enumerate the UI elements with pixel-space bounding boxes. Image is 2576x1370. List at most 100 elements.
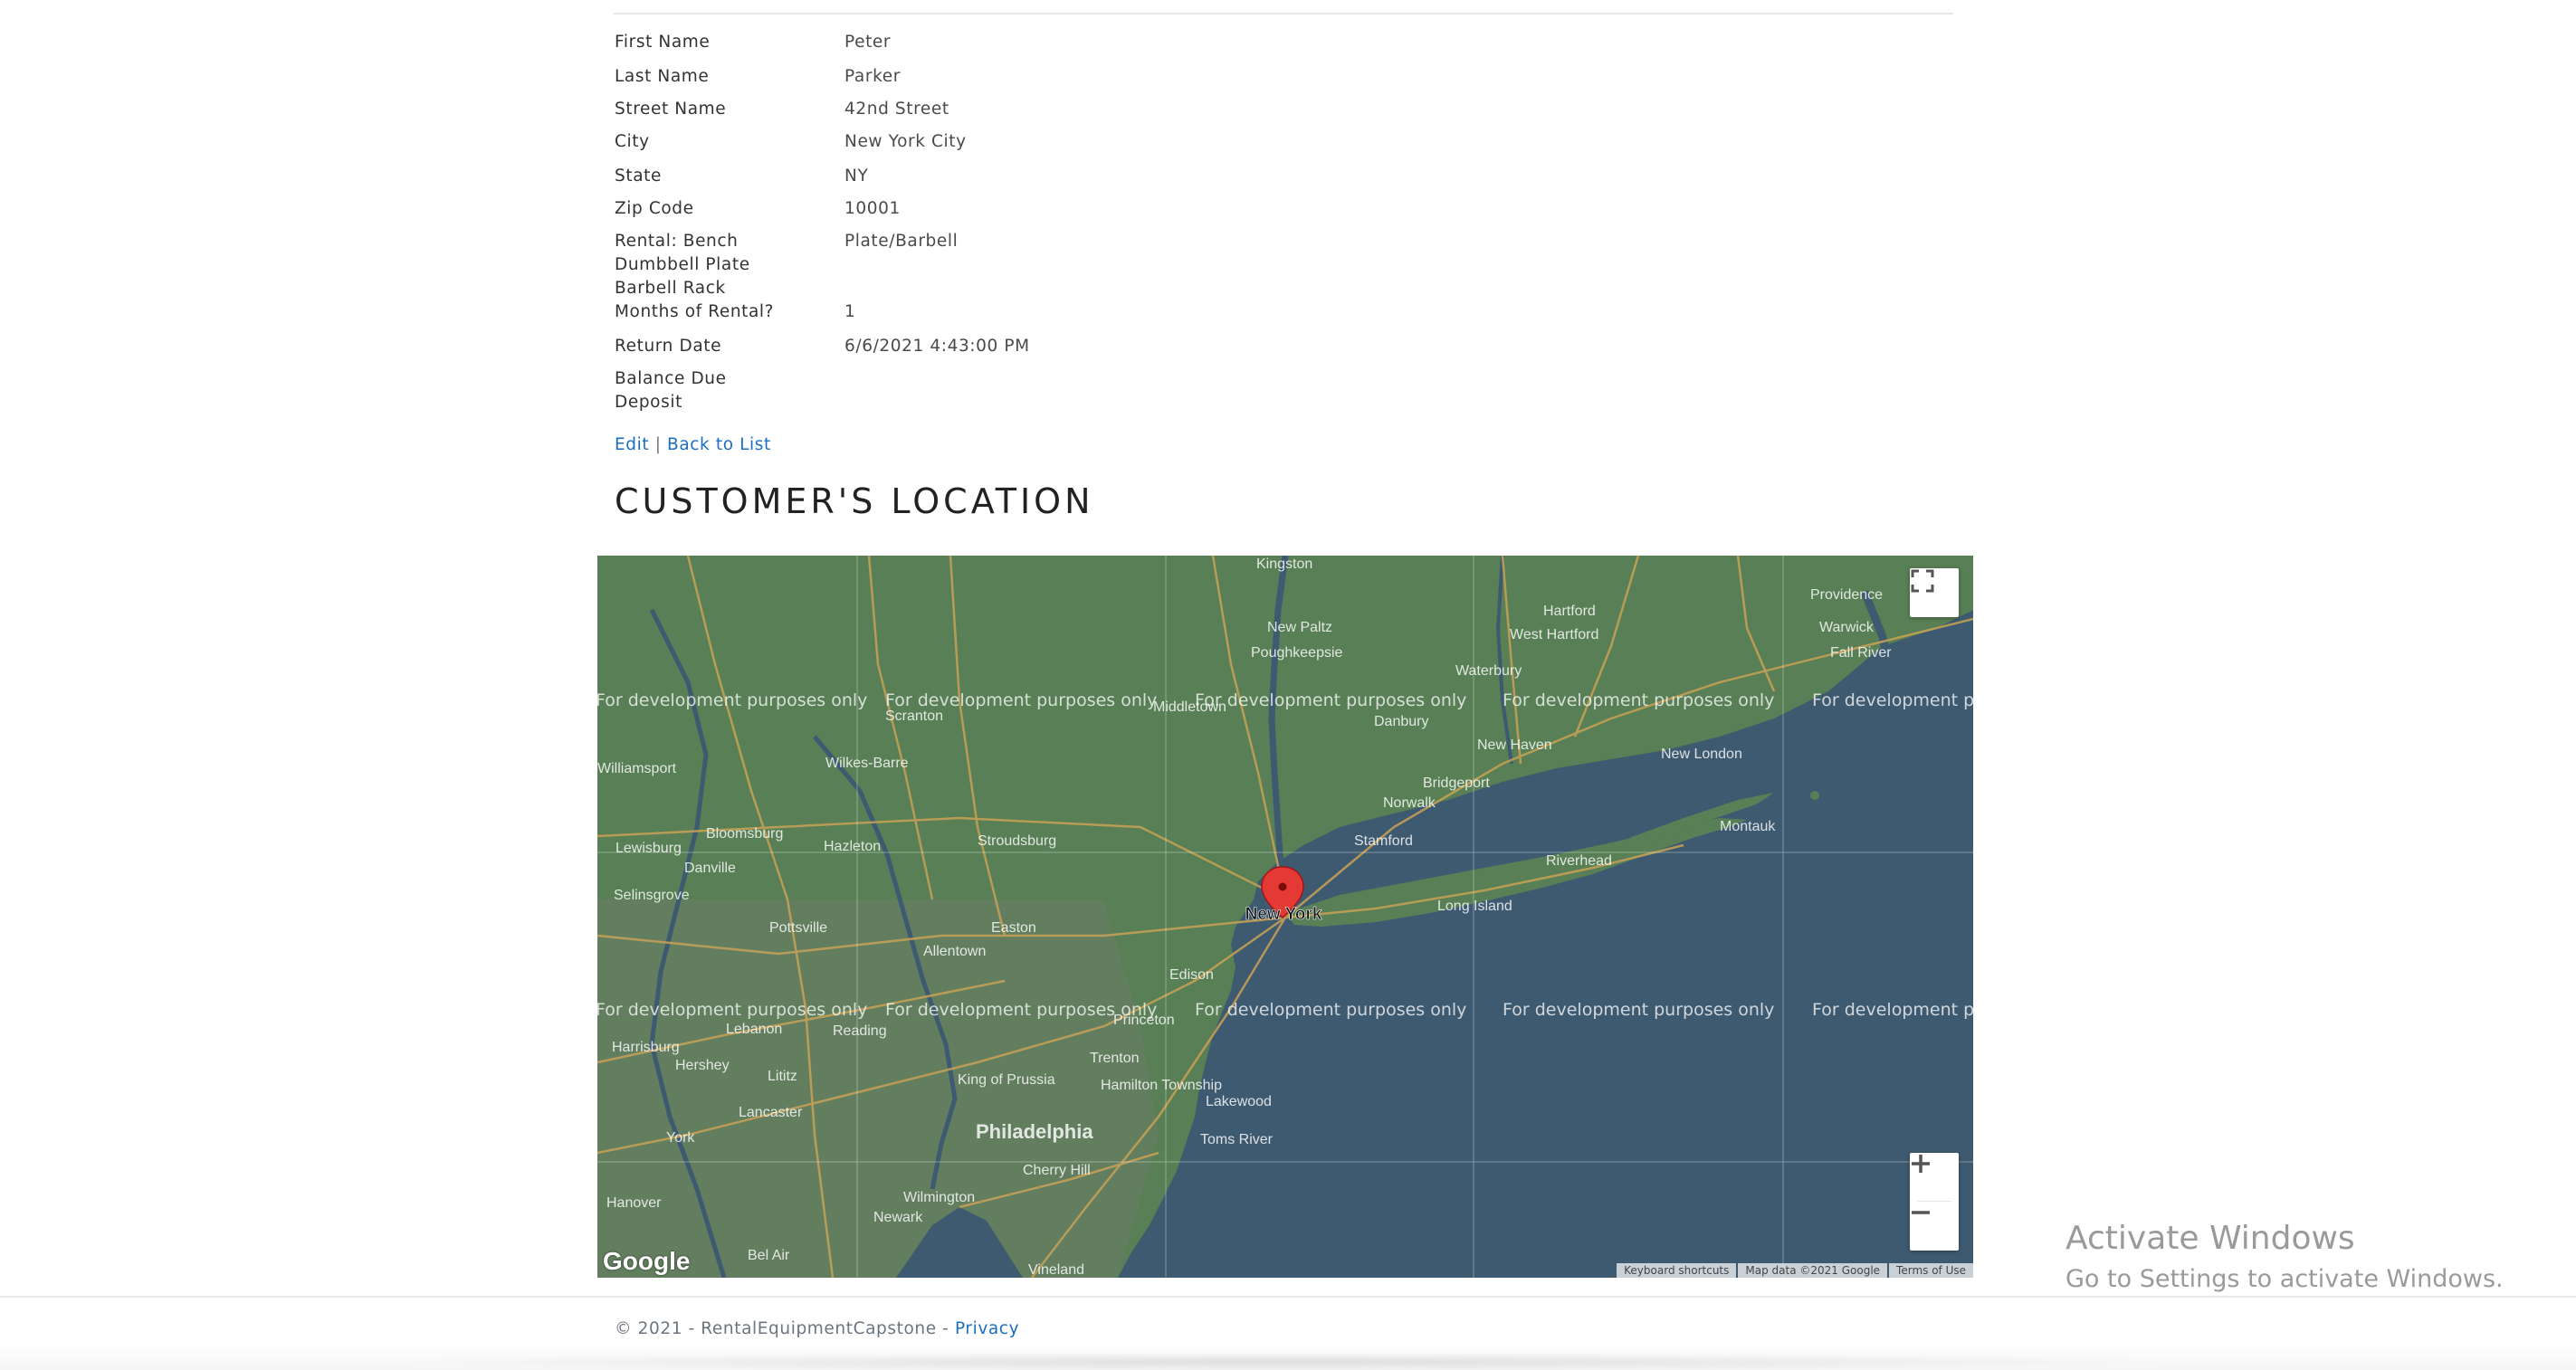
place-label: Edison xyxy=(1169,967,1214,983)
fullscreen-button[interactable] xyxy=(1910,568,1959,617)
footer-shadow xyxy=(380,1352,2190,1370)
place-label: West Hartford xyxy=(1510,627,1598,642)
page-footer: © 2021 - RentalEquipmentCapstone - Priva… xyxy=(0,1296,2576,1370)
back-to-list-link[interactable]: Back to List xyxy=(667,435,771,454)
place-label: Poughkeepsie xyxy=(1251,645,1343,661)
place-label: Selinsgrove xyxy=(614,888,690,903)
plus-icon xyxy=(1912,1155,1930,1173)
watermark-text: For development purposes only xyxy=(1195,690,1466,710)
place-label: Montauk xyxy=(1720,819,1776,834)
map-block-island xyxy=(1810,791,1819,800)
label-rental-bench: Rental: Bench xyxy=(615,232,739,251)
place-label: Pottsville xyxy=(769,920,827,936)
place-label: Lebanon xyxy=(726,1022,782,1037)
label-barbell-rack: Barbell Rack xyxy=(615,279,726,298)
place-label: Stroudsburg xyxy=(978,833,1056,849)
place-label: Norwalk xyxy=(1383,795,1436,811)
label-dumbbell-plate: Dumbbell Plate xyxy=(615,255,750,274)
detail-actions: Edit | Back to List xyxy=(615,433,771,457)
value-return-date: 6/6/2021 4:43:00 PM xyxy=(844,337,1030,356)
place-label: York xyxy=(666,1130,695,1146)
privacy-link[interactable]: Privacy xyxy=(955,1319,1019,1338)
place-label: Reading xyxy=(833,1023,887,1039)
activate-title: Activate Windows xyxy=(2066,1220,2355,1257)
zoom-out-button[interactable] xyxy=(1910,1202,1959,1251)
marker-label: New York xyxy=(1245,905,1322,924)
place-label: Hartford xyxy=(1543,604,1596,619)
terms-of-use-link[interactable]: Terms of Use xyxy=(1889,1263,1973,1278)
place-label: Bel Air xyxy=(748,1248,790,1263)
watermark-text: For development purposes only xyxy=(1812,1000,1973,1020)
watermark-text: For development purposes only xyxy=(885,1000,1157,1020)
place-label: Bridgeport xyxy=(1423,775,1490,791)
google-logo[interactable]: Google xyxy=(603,1247,690,1276)
label-deposit: Deposit xyxy=(615,393,682,412)
value-last-name: Parker xyxy=(844,67,901,86)
place-label: Hanover xyxy=(606,1195,662,1211)
place-label: Toms River xyxy=(1200,1132,1274,1147)
map-canvas[interactable]: Kingston Providence Warwick Fall River H… xyxy=(597,556,1973,1278)
place-label: King of Prussia xyxy=(958,1072,1055,1088)
place-label: Lititz xyxy=(768,1069,797,1084)
activate-windows-watermark: Activate Windows Go to Settings to activ… xyxy=(2066,1216,2504,1298)
fullscreen-icon xyxy=(1911,569,1934,593)
place-label: Vineland xyxy=(1028,1262,1084,1278)
keyboard-shortcuts-link[interactable]: Keyboard shortcuts xyxy=(1617,1263,1737,1278)
place-label: Waterbury xyxy=(1455,663,1522,679)
place-label: New London xyxy=(1661,747,1742,762)
place-label: Danville xyxy=(684,861,736,876)
value-zip-code: 10001 xyxy=(844,199,901,218)
copyright-text: © 2021 - RentalEquipmentCapstone - xyxy=(615,1319,949,1338)
value-street-name: 42nd Street xyxy=(844,100,949,119)
page-title: CUSTOMER'S LOCATION xyxy=(615,481,1094,521)
watermark-text: For development purposes only xyxy=(1812,690,1973,710)
customer-location-map[interactable]: Kingston Providence Warwick Fall River H… xyxy=(597,556,1973,1278)
place-label: Danbury xyxy=(1374,714,1428,729)
place-label: Allentown xyxy=(923,944,986,959)
place-label: Lakewood xyxy=(1206,1094,1272,1109)
place-label: New Haven xyxy=(1477,737,1552,753)
edit-link[interactable]: Edit xyxy=(615,435,649,454)
place-label: Harrisburg xyxy=(612,1040,680,1055)
activate-subtitle: Go to Settings to activate Windows. xyxy=(2066,1265,2504,1293)
watermark-text: For development purposes only xyxy=(597,1000,867,1020)
watermark-text: For development purposes only xyxy=(1195,1000,1466,1020)
value-city: New York City xyxy=(844,132,967,151)
place-label: Newark xyxy=(873,1210,923,1225)
value-state: NY xyxy=(844,166,869,186)
label-return-date: Return Date xyxy=(615,337,722,356)
map-data-label: Map data ©2021 Google xyxy=(1738,1263,1888,1278)
place-label: Hamilton Township xyxy=(1101,1078,1222,1093)
zoom-in-button[interactable] xyxy=(1910,1153,1959,1202)
label-balance-due: Balance Due xyxy=(615,369,727,388)
place-label: Hazleton xyxy=(824,839,881,854)
value-first-name: Peter xyxy=(844,33,892,52)
label-first-name: First Name xyxy=(615,33,711,52)
customer-details: First Name Peter Last Name Parker Street… xyxy=(615,0,1972,425)
label-months-of-rental: Months of Rental? xyxy=(615,302,775,321)
place-label: Lewisburg xyxy=(615,841,682,856)
label-street-name: Street Name xyxy=(615,100,727,119)
watermark-text: For development purposes only xyxy=(1503,1000,1774,1020)
place-label: Williamsport xyxy=(597,761,677,776)
place-label: Riverhead xyxy=(1546,853,1612,869)
place-label: Long Island xyxy=(1437,899,1512,914)
place-label: Bloomsburg xyxy=(706,826,783,842)
place-label: Wilkes-Barre xyxy=(825,756,909,771)
place-label: Scranton xyxy=(885,709,943,724)
place-label: Wilmington xyxy=(903,1190,975,1205)
action-separator: | xyxy=(654,435,662,454)
place-label: Philadelphia xyxy=(976,1120,1093,1143)
place-label: Kingston xyxy=(1256,557,1312,572)
place-label: Fall River xyxy=(1830,645,1892,661)
watermark-text: For development purposes only xyxy=(597,690,867,710)
place-label: Providence xyxy=(1810,587,1883,603)
footer-text: © 2021 - RentalEquipmentCapstone - Priva… xyxy=(615,1318,1019,1341)
place-label: Hershey xyxy=(675,1058,730,1073)
label-zip-code: Zip Code xyxy=(615,199,694,218)
place-label: Trenton xyxy=(1090,1051,1140,1066)
watermark-text: For development purposes only xyxy=(1503,690,1774,710)
place-label: Stamford xyxy=(1354,833,1413,849)
label-last-name: Last Name xyxy=(615,67,710,86)
label-city: City xyxy=(615,132,650,151)
